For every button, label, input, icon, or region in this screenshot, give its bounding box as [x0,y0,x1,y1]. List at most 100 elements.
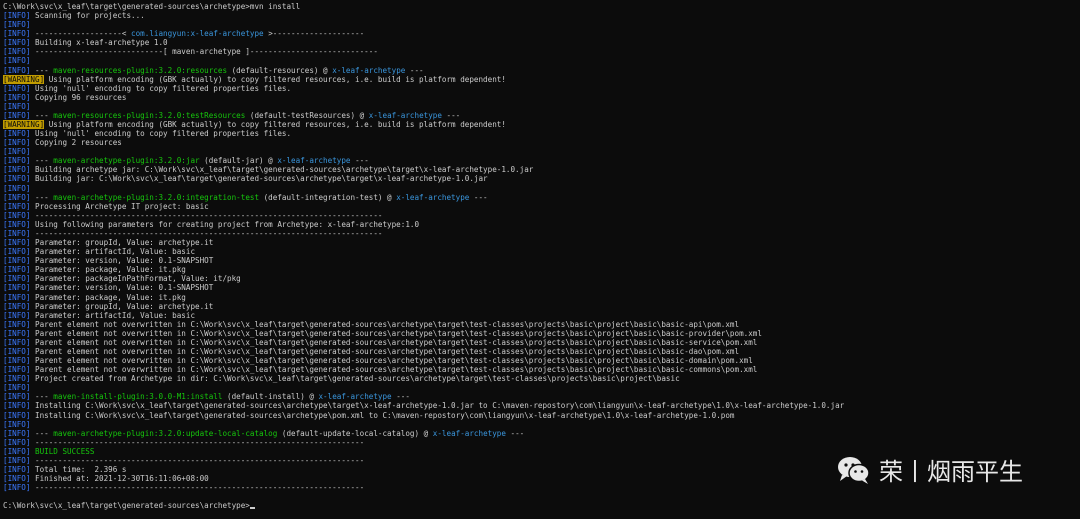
plugin-goal: maven-install-plugin:3.0.0-M1:install [53,392,223,402]
line-text: -------------------< [30,29,132,39]
plugin-goal: maven-archetype-plugin:3.2.0:integration… [53,192,260,202]
log-level-info: [INFO] [3,265,31,275]
terminal-line: [WARNING] Using platform encoding (GBK a… [3,120,1080,130]
terminal-line: [INFO] [3,20,1080,29]
line-text: ----------------------------[ maven-arch… [30,47,378,57]
line-text: Parent element not overwritten in C:\Wor… [30,356,753,366]
artifact-name: x-leaf-archetype [432,428,506,438]
line-text: Finished at: 2021-12-30T16:11:06+08:00 [30,474,209,484]
log-level-info: [INFO] [3,328,31,338]
terminal-line: [INFO] Copying 96 resources [3,93,1080,102]
terminal-line: [INFO] --- maven-archetype-plugin:3.2.0:… [3,429,1080,438]
line-text: ----------------------------------------… [30,210,383,220]
terminal-line: [INFO] Installing C:\Work\svc\x_leaf\tar… [3,401,1080,410]
terminal-line: [INFO] [3,102,1080,111]
line-text: ----------------------------------------… [30,483,365,493]
log-level-info: [INFO] [3,192,31,202]
log-level-info: [INFO] [3,310,31,320]
line-text: Using platform encoding (GBK actually) t… [44,74,506,84]
terminal-line: [INFO] ----------------------------[ mav… [3,47,1080,56]
terminal-line: [INFO] --- maven-install-plugin:3.0.0-M1… [3,392,1080,401]
terminal-line: [INFO] Building archetype jar: C:\Work\s… [3,165,1080,174]
line-text: Parent element not overwritten in C:\Wor… [30,328,762,338]
artifact-name: x-leaf-archetype [368,110,442,120]
log-level-info: [INFO] [3,129,31,139]
terminal-line: [INFO] Parameter: package, Value: it.pkg [3,293,1080,302]
log-level-info: [INFO] [3,292,31,302]
line-text: --- [30,392,54,402]
log-level-info: [INFO] [3,428,31,438]
line-text: --- [405,65,424,75]
log-level-info: [INFO] [3,392,31,402]
line-text: >-------------------- [263,29,365,39]
line-text: Processing Archetype IT project: basic [30,201,209,211]
line-text: Parameter: version, Value: 0.1-SNAPSHOT [30,256,214,266]
log-level-info: [INFO] [3,319,31,329]
line-text: --- [30,428,54,438]
log-level-info: [INFO] [3,38,31,48]
line-text: Parameter: version, Value: 0.1-SNAPSHOT [30,283,214,293]
line-text: Parent element not overwritten in C:\Wor… [30,346,740,356]
terminal-line: [INFO] --- maven-resources-plugin:3.2.0:… [3,111,1080,120]
line-text: Parameter: package, Value: it.pkg [30,292,186,302]
log-level-info: [INFO] [3,474,31,484]
terminal-output[interactable]: C:\Work\svc\x_leaf\target\generated-sour… [3,2,1080,519]
terminal-line: [INFO] Building x-leaf-archetype 1.0 [3,38,1080,47]
log-level-info: [INFO] [3,165,31,175]
log-level-info: [INFO] [3,219,31,229]
terminal-line: [INFO] Parameter: version, Value: 0.1-SN… [3,256,1080,265]
log-level-info: [INFO] [3,356,31,366]
log-level-info: [INFO] [3,156,31,166]
terminal-line: [INFO] Parent element not overwritten in… [3,338,1080,347]
log-level-warning: [WARNING] [3,120,45,130]
terminal-line: [INFO] [3,420,1080,429]
log-level-info: [INFO] [3,346,31,356]
log-level-info: [INFO] [3,238,31,248]
log-level-info: [INFO] [3,201,31,211]
line-text: Parent element not overwritten in C:\Wor… [30,337,758,347]
terminal-line: C:\Work\svc\x_leaf\target\generated-sour… [3,2,1080,11]
line-text: ----------------------------------------… [30,455,365,465]
log-level-info: [INFO] [3,464,31,474]
log-level-info: [INFO] [3,247,31,257]
log-level-info: [INFO] [3,228,31,238]
line-text: Using platform encoding (GBK actually) t… [44,120,506,130]
line-text: Parameter: package, Value: it.pkg [30,265,186,275]
log-level-info: [INFO] [3,29,31,39]
terminal-line: [INFO] Parameter: groupId, Value: archet… [3,238,1080,247]
terminal-line: C:\Work\svc\x_leaf\target\generated-sour… [3,501,1080,510]
log-level-info: [INFO] [3,337,31,347]
line-text: C:\Work\svc\x_leaf\target\generated-sour… [3,501,250,511]
terminal-line: [INFO] Using following parameters for cr… [3,220,1080,229]
log-level-info: [INFO] [3,301,31,311]
log-level-info: [INFO] [3,365,31,375]
terminal-line: [INFO] --- maven-archetype-plugin:3.2.0:… [3,193,1080,202]
line-text: (default-resources) @ [227,65,333,75]
log-level-info: [INFO] [3,483,31,493]
log-level-info: [INFO] [3,20,31,30]
line-text: --- [30,65,54,75]
line-text: Parameter: packageInPathFormat, Value: i… [30,274,241,284]
line-text: ----------------------------------------… [30,437,365,447]
log-level-info: [INFO] [3,383,31,393]
terminal-line: [INFO] Installing C:\Work\svc\x_leaf\tar… [3,411,1080,420]
line-text: --- [391,392,410,402]
terminal-line: [INFO] ---------------------------------… [3,211,1080,220]
wechat-watermark: 荣丨烟雨平生 [836,452,1023,487]
log-level-info: [INFO] [3,446,31,456]
terminal-line: [INFO] Using 'null' encoding to copy fil… [3,84,1080,93]
line-text: --- [441,110,461,120]
terminal-line: [INFO] --- maven-archetype-plugin:3.2.0:… [3,156,1080,165]
line-text: --- [350,156,369,166]
terminal-line: [INFO] ---------------------------------… [3,438,1080,447]
line-text: Installing C:\Work\svc\x_leaf\target\gen… [30,410,735,420]
terminal-line: [INFO] ---------------------------------… [3,229,1080,238]
log-level-info: [INFO] [3,210,31,220]
line-text: (default-jar) @ [199,156,278,166]
log-level-info: [INFO] [3,174,31,184]
terminal-line: [INFO] Scanning for projects... [3,11,1080,20]
terminal-line: [INFO] --- maven-resources-plugin:3.2.0:… [3,66,1080,75]
log-level-info: [INFO] [3,65,31,75]
line-text: ----------------------------------------… [30,228,383,238]
